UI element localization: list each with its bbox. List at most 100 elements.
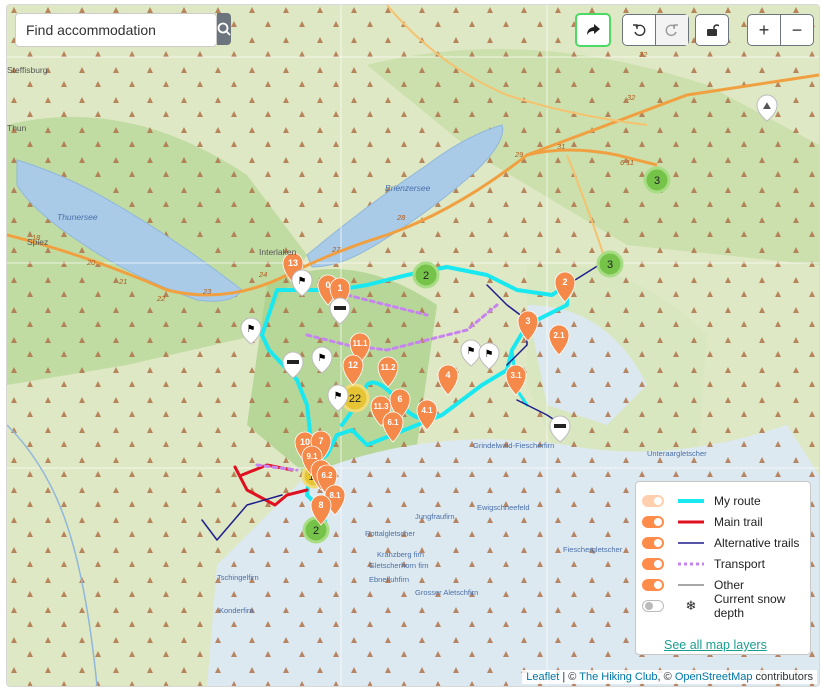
lake-label: Brienzersee bbox=[385, 183, 431, 193]
pin-label: 2 bbox=[562, 277, 567, 287]
cluster-marker[interactable]: 3 bbox=[596, 250, 624, 278]
svg-text:⚑: ⚑ bbox=[247, 324, 256, 335]
toggle-switch[interactable] bbox=[642, 537, 664, 549]
redo-button[interactable] bbox=[655, 15, 688, 45]
history-control[interactable] bbox=[622, 14, 689, 46]
cluster-label: 2 bbox=[313, 525, 319, 537]
map-container[interactable]: 3 3 2 2 22 13 130111.11211.2232.143.111.… bbox=[6, 4, 820, 687]
toggle-switch[interactable] bbox=[642, 558, 664, 570]
pin-label: 11.2 bbox=[380, 363, 396, 372]
zoom-control[interactable]: + − bbox=[747, 14, 814, 46]
toggle-switch[interactable] bbox=[642, 579, 664, 591]
unlock-icon bbox=[707, 24, 719, 36]
search-icon bbox=[217, 22, 231, 36]
road-number: 27 bbox=[331, 245, 341, 254]
road-number: 18 bbox=[32, 233, 41, 242]
legend-label: Alternative trails bbox=[714, 536, 800, 550]
cluster-marker[interactable]: 2 bbox=[412, 261, 440, 289]
leaflet-link[interactable]: Leaflet bbox=[526, 671, 559, 683]
cluster-marker[interactable]: 3 bbox=[643, 166, 671, 194]
lock-button[interactable] bbox=[696, 15, 728, 45]
road-number: 31 bbox=[557, 142, 565, 151]
glacier-label: Konderfirn bbox=[219, 606, 254, 615]
toggle-switch[interactable] bbox=[642, 495, 664, 507]
road-number: 28 bbox=[396, 213, 406, 222]
pin-label: 11.1 bbox=[352, 339, 368, 348]
glacier-label: Kranzberg firn bbox=[377, 550, 424, 559]
glacier-label: Grindelwald-Fiescherfirn bbox=[473, 441, 554, 450]
legend-item-main-trail[interactable]: Main trail bbox=[642, 514, 763, 530]
road-number: 21 bbox=[118, 277, 127, 286]
search-input[interactable] bbox=[16, 14, 217, 46]
trail-swatch bbox=[678, 520, 704, 524]
snowflake-icon: ❄ bbox=[685, 598, 697, 613]
pin-label: 6 bbox=[397, 394, 402, 404]
glacier-label: Jungfraufirn bbox=[415, 512, 455, 521]
pin-label: 1 bbox=[337, 283, 342, 293]
glacier-label: Fieschergletscher bbox=[563, 545, 623, 554]
place-label: Thun bbox=[7, 123, 27, 133]
lock-control[interactable] bbox=[695, 14, 729, 46]
see-all-layers-link[interactable]: See all map layers bbox=[664, 638, 767, 652]
glacier-label: Ebnefluhfirn bbox=[369, 575, 409, 584]
legend-label: Main trail bbox=[714, 515, 763, 529]
share-button[interactable] bbox=[577, 15, 609, 45]
legend-item-transport[interactable]: Transport bbox=[642, 556, 765, 572]
road-number: 20 bbox=[86, 258, 96, 267]
attribution-separator: , © bbox=[657, 671, 675, 683]
glacier-label: Tschingelfirn bbox=[217, 573, 259, 582]
place-label: Interlaken bbox=[259, 247, 297, 257]
pin-label: 11.3 bbox=[373, 402, 389, 411]
cluster-label: 22 bbox=[349, 393, 361, 405]
legend-label: Current snow depth bbox=[714, 592, 810, 620]
zoom-in-button[interactable]: + bbox=[748, 15, 780, 45]
glacier-label: Grosser Aletschfirn bbox=[415, 588, 478, 597]
redo-icon bbox=[665, 24, 678, 37]
legend-item-alternative-trails[interactable]: Alternative trails bbox=[642, 535, 799, 551]
transport-swatch bbox=[678, 562, 704, 566]
pin-label: 6.2 bbox=[321, 471, 333, 480]
pin-label: 6.1 bbox=[387, 418, 399, 427]
undo-icon bbox=[633, 24, 646, 37]
attribution-text: contributors bbox=[752, 671, 813, 683]
hiking-club-link[interactable]: The Hiking Club bbox=[579, 671, 657, 683]
road-number: 22 bbox=[156, 294, 166, 303]
glacier-label: Rottalgletscher bbox=[365, 529, 416, 538]
pin-label: 4 bbox=[445, 370, 450, 380]
glacier-label: Ewigschneefeld bbox=[477, 503, 530, 512]
zoom-out-button[interactable]: − bbox=[780, 15, 813, 45]
legend-item-my-route[interactable]: My route bbox=[642, 493, 761, 509]
other-swatch bbox=[678, 584, 704, 586]
lake-label: Thunersee bbox=[57, 212, 98, 222]
glacier-label: Gletscherhorn firn bbox=[369, 561, 429, 570]
legend-item-other[interactable]: Other bbox=[642, 577, 744, 593]
alt-trail-swatch bbox=[678, 542, 704, 544]
undo-button[interactable] bbox=[623, 15, 655, 45]
cluster-label: 3 bbox=[654, 175, 660, 187]
search-box[interactable] bbox=[15, 13, 231, 47]
legend-label: My route bbox=[714, 494, 761, 508]
share-route-control[interactable] bbox=[575, 13, 611, 47]
attribution-separator: | © bbox=[559, 671, 580, 683]
pin-label: 9.1 bbox=[306, 452, 318, 461]
pin-label: 8.1 bbox=[329, 491, 341, 500]
pin-label: 8 bbox=[318, 500, 323, 510]
toggle-switch[interactable] bbox=[642, 600, 664, 612]
legend-label: Other bbox=[714, 578, 745, 592]
road-number: 23 bbox=[202, 287, 212, 296]
osm-link[interactable]: OpenStreetMap bbox=[675, 671, 753, 683]
route-swatch bbox=[678, 499, 704, 503]
svg-text:⚑: ⚑ bbox=[485, 349, 494, 360]
road-number: 6 11 bbox=[620, 158, 634, 167]
cluster-marker[interactable]: 2 bbox=[302, 516, 330, 544]
place-label: Steffisburg bbox=[7, 65, 48, 75]
toggle-switch[interactable] bbox=[642, 516, 664, 528]
cluster-label: 2 bbox=[423, 270, 429, 282]
search-button[interactable] bbox=[217, 13, 231, 45]
pin-label: 3 bbox=[525, 316, 530, 326]
legend-item-snow-depth[interactable]: ❄ Current snow depth bbox=[642, 592, 785, 620]
svg-text:⚑: ⚑ bbox=[298, 276, 307, 287]
svg-text:⚑: ⚑ bbox=[334, 391, 343, 402]
pin-label: 13 bbox=[288, 258, 298, 268]
pin-label: 12 bbox=[348, 360, 358, 370]
